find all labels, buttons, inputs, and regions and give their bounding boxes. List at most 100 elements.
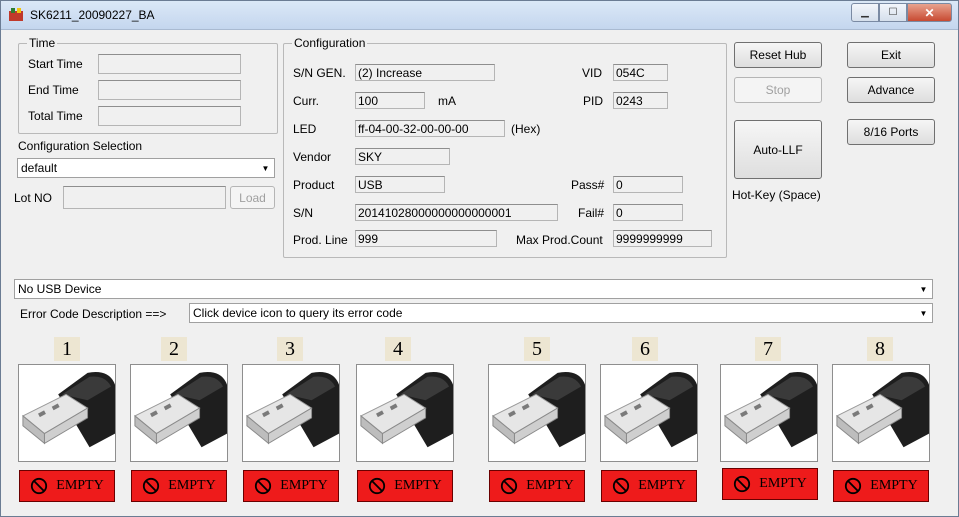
- usb-device-icon[interactable]: [832, 364, 930, 462]
- config-selection-value: default: [21, 161, 58, 175]
- usb-device-icon[interactable]: [130, 364, 228, 462]
- config-selection-dropdown[interactable]: default ▼: [17, 158, 275, 178]
- total-time-label: Total Time: [28, 109, 83, 123]
- prod-line-label: Prod. Line: [293, 233, 348, 247]
- total-time-field: [98, 106, 241, 126]
- chevron-down-icon[interactable]: ▼: [916, 281, 931, 297]
- no-entry-icon: [733, 475, 751, 493]
- app-window: SK6211_20090227_BA ▁ ☐ ✕ Time Start Time…: [0, 0, 959, 517]
- port-status-text: EMPTY: [56, 478, 104, 493]
- port-number-2: 2: [161, 337, 187, 361]
- lot-label: Lot NO: [14, 191, 53, 205]
- chevron-down-icon[interactable]: ▼: [916, 305, 931, 321]
- port-number-7: 7: [755, 337, 781, 361]
- curr-field: 100: [355, 92, 425, 109]
- end-time-field: [98, 80, 241, 100]
- fail-label: Fail#: [578, 206, 605, 220]
- sn-field: 20141028000000000000001: [355, 204, 558, 221]
- configuration-group-title: Configuration: [292, 36, 368, 50]
- no-entry-icon: [844, 477, 862, 495]
- config-selection-label: Configuration Selection: [18, 139, 143, 153]
- hotkey-label: Hot-Key (Space): [732, 188, 821, 202]
- led-unit: (Hex): [511, 122, 541, 136]
- stop-button[interactable]: Stop: [734, 77, 822, 103]
- vendor-label: Vendor: [293, 150, 332, 164]
- no-entry-icon: [254, 477, 272, 495]
- maximize-icon: ☐: [888, 7, 898, 18]
- port-status-4: EMPTY: [357, 470, 453, 502]
- product-label: Product: [293, 178, 335, 192]
- max-prod-field: 9999999999: [613, 230, 712, 247]
- port-status-text: EMPTY: [394, 478, 442, 493]
- advance-button[interactable]: Advance: [847, 77, 935, 103]
- sn-gen-label: S/N GEN.: [293, 66, 346, 80]
- exit-button[interactable]: Exit: [847, 42, 935, 68]
- port-status-1: EMPTY: [19, 470, 115, 502]
- product-field: USB: [355, 176, 445, 193]
- usb-device-icon[interactable]: [18, 364, 116, 462]
- port-status-text: EMPTY: [280, 478, 328, 493]
- usb-device-icon[interactable]: [356, 364, 454, 462]
- error-code-label: Error Code Description ==>: [20, 307, 167, 321]
- port-status-text: EMPTY: [759, 476, 807, 491]
- port-status-text: EMPTY: [526, 478, 574, 493]
- caption-buttons: ▁ ☐ ✕: [851, 3, 952, 22]
- window-title: SK6211_20090227_BA: [30, 8, 155, 22]
- device-status-dropdown[interactable]: No USB Device ▼: [14, 279, 933, 299]
- start-time-field: [98, 54, 241, 74]
- pid-field: 0243: [613, 92, 668, 109]
- close-icon: ✕: [924, 5, 935, 20]
- sn-label: S/N: [293, 206, 314, 220]
- port-number-4: 4: [385, 337, 411, 361]
- error-code-dropdown[interactable]: Click device icon to query its error cod…: [189, 303, 933, 323]
- port-number-8: 8: [867, 337, 893, 361]
- pass-field: 0: [613, 176, 683, 193]
- prod-line-field: 999: [355, 230, 497, 247]
- port-status-8: EMPTY: [833, 470, 929, 502]
- port-status-7: EMPTY: [722, 468, 818, 500]
- minimize-button[interactable]: ▁: [851, 3, 879, 22]
- port-number-6: 6: [632, 337, 658, 361]
- ports-button[interactable]: 8/16 Ports: [847, 119, 935, 145]
- usb-device-icon[interactable]: [242, 364, 340, 462]
- vid-label: VID: [582, 66, 603, 80]
- no-entry-icon: [30, 477, 48, 495]
- load-button[interactable]: Load: [230, 186, 275, 209]
- port-status-3: EMPTY: [243, 470, 339, 502]
- pass-label: Pass#: [571, 178, 605, 192]
- usb-device-icon[interactable]: [600, 364, 698, 462]
- title-bar: SK6211_20090227_BA ▁ ☐ ✕: [1, 1, 958, 30]
- led-label: LED: [293, 122, 317, 136]
- curr-unit: mA: [438, 94, 456, 108]
- usb-device-icon[interactable]: [720, 364, 818, 462]
- usb-device-icon[interactable]: [488, 364, 586, 462]
- port-number-5: 5: [524, 337, 550, 361]
- client-area: Time Start Time End Time Total Time Conf…: [1, 30, 958, 516]
- time-group-title: Time: [27, 36, 58, 50]
- max-prod-label: Max Prod.Count: [516, 233, 603, 247]
- error-code-value: Click device icon to query its error cod…: [193, 306, 403, 320]
- no-entry-icon: [500, 477, 518, 495]
- reset-hub-button[interactable]: Reset Hub: [734, 42, 822, 68]
- chevron-down-icon[interactable]: ▼: [258, 160, 273, 176]
- no-entry-icon: [368, 477, 386, 495]
- device-status-value: No USB Device: [18, 282, 102, 296]
- port-number-3: 3: [277, 337, 303, 361]
- vid-field: 054C: [613, 64, 668, 81]
- curr-label: Curr.: [293, 94, 320, 108]
- port-status-6: EMPTY: [601, 470, 697, 502]
- fail-field: 0: [613, 204, 683, 221]
- close-button[interactable]: ✕: [907, 3, 952, 22]
- lot-field[interactable]: [63, 186, 226, 209]
- pid-label: PID: [583, 94, 604, 108]
- vendor-field: SKY: [355, 148, 450, 165]
- no-entry-icon: [612, 477, 630, 495]
- sn-gen-field: (2) Increase: [355, 64, 495, 81]
- led-field: ff-04-00-32-00-00-00: [355, 120, 505, 137]
- maximize-button[interactable]: ☐: [879, 3, 907, 22]
- minimize-icon: ▁: [861, 7, 869, 18]
- port-status-text: EMPTY: [168, 478, 216, 493]
- auto-llf-button[interactable]: Auto-LLF: [734, 120, 822, 179]
- port-status-2: EMPTY: [131, 470, 227, 502]
- no-entry-icon: [142, 477, 160, 495]
